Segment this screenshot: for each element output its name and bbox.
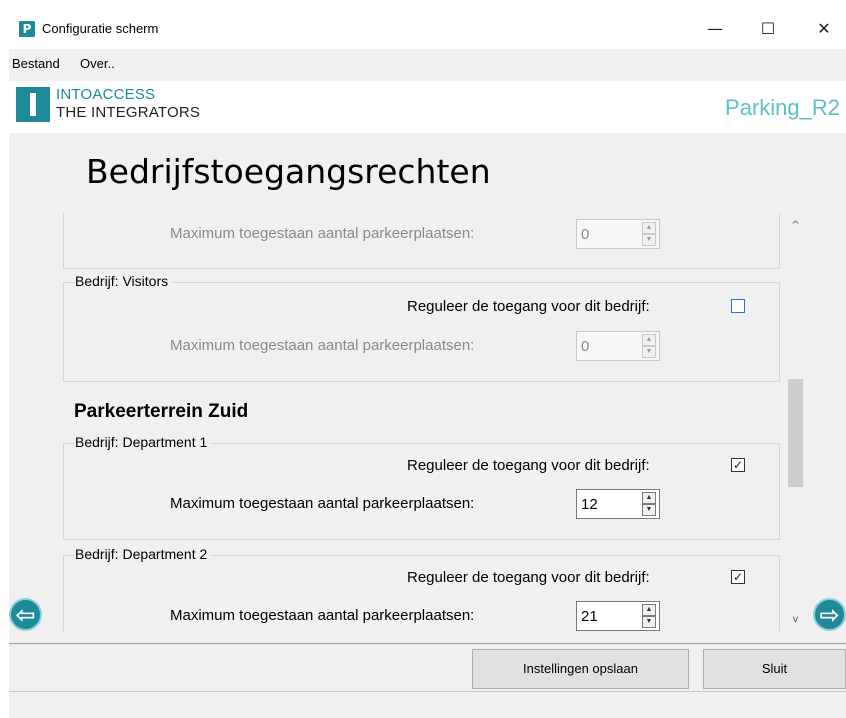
- regulate-access-checkbox[interactable]: [731, 299, 745, 313]
- stepper-up-icon[interactable]: ▲: [642, 604, 656, 616]
- max-spaces-stepper[interactable]: 0 ▲ ▼: [576, 331, 660, 361]
- max-spaces-label: Maximum toegestaan aantal parkeerplaatse…: [170, 225, 475, 242]
- menu-bar: Bestand Over..: [9, 49, 846, 81]
- scrollbar-thumb[interactable]: [788, 379, 803, 487]
- group-legend: Bedrijf: Visitors: [75, 273, 173, 289]
- max-spaces-label: Maximum toegestaan aantal parkeerplaatse…: [170, 337, 475, 354]
- scroll-up-icon[interactable]: ^: [786, 217, 805, 234]
- site-name: Parking_R2: [725, 95, 840, 120]
- menu-over[interactable]: Over..: [80, 56, 115, 71]
- company-group-partial: Maximum toegestaan aantal parkeerplaatse…: [63, 213, 780, 269]
- regulate-access-checkbox[interactable]: ✓: [731, 570, 745, 584]
- logo-text-line2: THE INTEGRATORS: [56, 104, 201, 121]
- group-legend: Bedrijf: Department 2: [75, 546, 212, 562]
- stepper-down-icon[interactable]: ▼: [642, 504, 656, 516]
- max-spaces-stepper[interactable]: 21 ▲ ▼: [576, 601, 660, 631]
- max-spaces-label: Maximum toegestaan aantal parkeerplaatse…: [170, 607, 475, 624]
- company-group-visitors: Bedrijf: Visitors Reguleer de toegang vo…: [63, 273, 780, 382]
- next-arrow-icon[interactable]: ⇨: [813, 598, 846, 631]
- menu-bestand[interactable]: Bestand: [12, 56, 60, 71]
- group-legend: Bedrijf: Department 1: [75, 434, 212, 450]
- intoaccess-logo-icon: [16, 87, 50, 122]
- stepper-down-icon[interactable]: ▼: [642, 346, 656, 358]
- status-bar: [9, 691, 846, 718]
- max-spaces-stepper[interactable]: 0 ▲ ▼: [576, 219, 660, 249]
- max-spaces-value: 0: [581, 226, 590, 243]
- stepper-up-icon[interactable]: ▲: [642, 334, 656, 346]
- max-spaces-value[interactable]: 21: [581, 608, 598, 625]
- main-content: Bedrijfstoegangsrechten Maximum toegesta…: [9, 133, 846, 643]
- stepper-down-icon[interactable]: ▼: [642, 616, 656, 628]
- max-spaces-value: 0: [581, 338, 590, 355]
- window-title: Configuratie scherm: [42, 21, 159, 36]
- previous-arrow-icon[interactable]: ⇦: [9, 598, 42, 631]
- regulate-access-checkbox[interactable]: ✓: [731, 458, 745, 472]
- close-button[interactable]: Sluit: [703, 649, 846, 689]
- maximize-button[interactable]: ☐: [748, 15, 788, 43]
- stepper-down-icon[interactable]: ▼: [642, 234, 656, 246]
- company-group-department-2: Bedrijf: Department 2 Reguleer de toegan…: [63, 546, 780, 631]
- app-icon: P: [19, 21, 35, 37]
- section-heading-zuid: Parkeerterrein Zuid: [74, 401, 249, 422]
- action-bar: Instellingen opslaan Sluit: [9, 643, 846, 691]
- vertical-scrollbar[interactable]: ^ v: [786, 213, 805, 631]
- scroll-viewport[interactable]: Maximum toegestaan aantal parkeerplaatse…: [63, 213, 780, 631]
- max-spaces-stepper[interactable]: 12 ▲ ▼: [576, 489, 660, 519]
- scroll-down-icon[interactable]: v: [786, 611, 805, 628]
- stepper-buttons: ▲ ▼: [642, 222, 656, 246]
- regulate-access-label: Reguleer de toegang voor dit bedrijf:: [407, 298, 650, 315]
- page-title: Bedrijfstoegangsrechten: [86, 152, 491, 191]
- stepper-up-icon[interactable]: ▲: [642, 492, 656, 504]
- stepper-buttons: ▲ ▼: [642, 492, 656, 516]
- stepper-buttons: ▲ ▼: [642, 334, 656, 358]
- regulate-access-label: Reguleer de toegang voor dit bedrijf:: [407, 457, 650, 474]
- max-spaces-value[interactable]: 12: [581, 496, 598, 513]
- logo-text-line1: INTOACCESS: [56, 86, 156, 103]
- regulate-access-label: Reguleer de toegang voor dit bedrijf:: [407, 569, 650, 586]
- save-settings-button[interactable]: Instellingen opslaan: [472, 649, 689, 689]
- window-titlebar: P Configuratie scherm — ☐ ✕: [9, 9, 846, 49]
- minimize-button[interactable]: —: [695, 15, 735, 43]
- app-header: INTOACCESS THE INTEGRATORS Parking_R2: [9, 81, 846, 133]
- max-spaces-label: Maximum toegestaan aantal parkeerplaatse…: [170, 495, 475, 512]
- close-window-button[interactable]: ✕: [804, 15, 844, 43]
- company-group-department-1: Bedrijf: Department 1 Reguleer de toegan…: [63, 434, 780, 540]
- stepper-buttons: ▲ ▼: [642, 604, 656, 628]
- stepper-up-icon[interactable]: ▲: [642, 222, 656, 234]
